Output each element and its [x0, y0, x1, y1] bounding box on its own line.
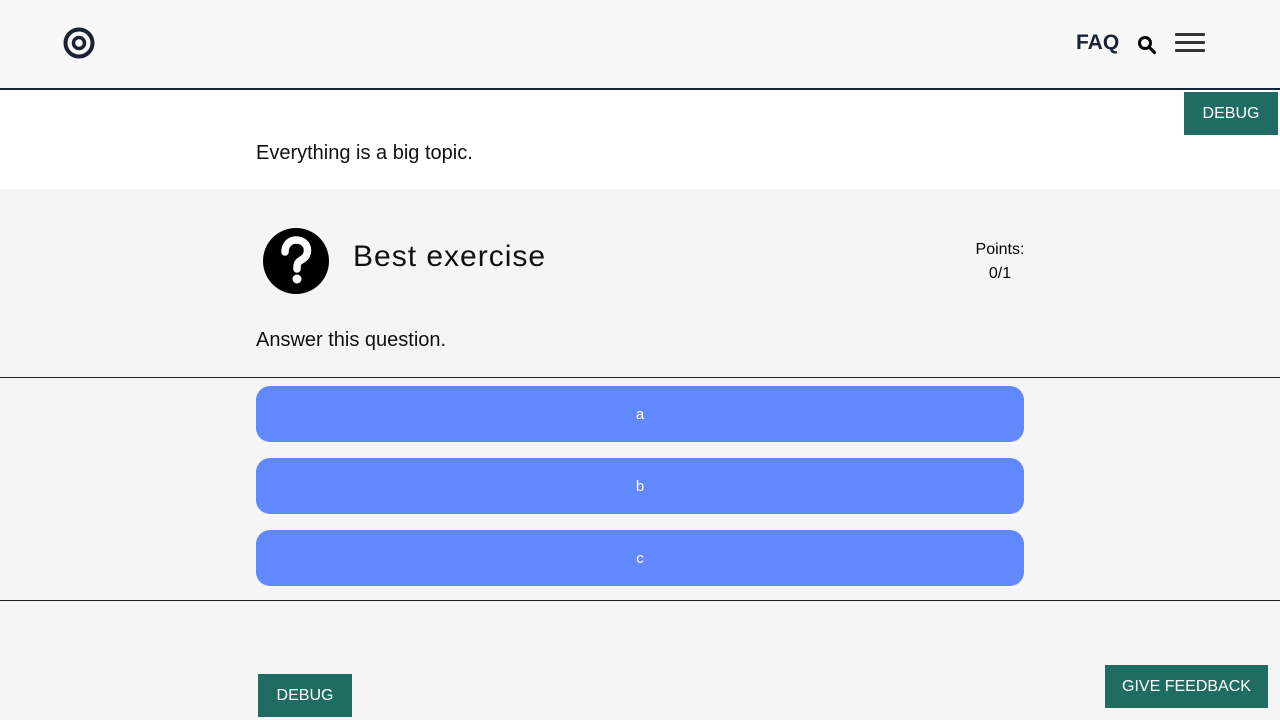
question-text: Answer this question.	[256, 329, 447, 351]
divider	[0, 600, 1280, 601]
hamburger-menu-icon[interactable]	[1175, 33, 1205, 53]
target-logo-icon[interactable]	[62, 26, 96, 60]
exercise-title: Best exercise	[353, 240, 547, 273]
top-header: FAQ	[0, 0, 1280, 90]
intro-section: Everything is a big topic.	[0, 90, 1280, 189]
points-label: Points:	[975, 241, 1025, 258]
points-value: 0/1	[988, 265, 1012, 282]
answer-option-c[interactable]: c	[256, 530, 1024, 586]
question-circle-icon	[263, 228, 329, 294]
divider	[0, 377, 1280, 378]
search-icon[interactable]	[1137, 35, 1157, 55]
answer-option-b[interactable]: b	[256, 458, 1024, 514]
give-feedback-button[interactable]: GIVE FEEDBACK	[1105, 665, 1268, 708]
answer-option-a[interactable]: a	[256, 386, 1024, 442]
points-display: Points: 0/1	[960, 238, 1040, 286]
debug-button-top[interactable]: DEBUG	[1184, 92, 1278, 135]
faq-link[interactable]: FAQ	[1076, 31, 1119, 55]
debug-button-bottom[interactable]: DEBUG	[258, 674, 352, 717]
intro-text: Everything is a big topic.	[256, 142, 473, 164]
